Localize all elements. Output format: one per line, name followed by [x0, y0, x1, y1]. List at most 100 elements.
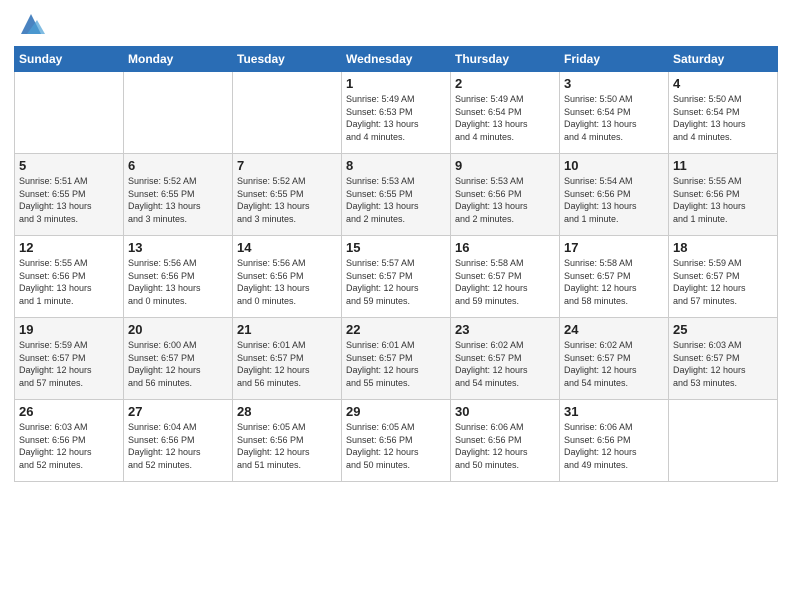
calendar-cell: 13 Sunrise: 5:56 AM Sunset: 6:56 PM Dayli… [124, 236, 233, 318]
calendar-cell: 24Sunrise: 6:02 AM Sunset: 6:57 PM Dayli… [560, 318, 669, 400]
calendar-cell: 21Sunrise: 6:01 AM Sunset: 6:57 PM Dayli… [233, 318, 342, 400]
day-number: 19 [19, 322, 119, 337]
day-info: Sunrise: 5:53 AM Sunset: 6:55 PM Dayligh… [346, 176, 419, 224]
calendar-cell: 7Sunrise: 5:52 AM Sunset: 6:55 PM Daylig… [233, 154, 342, 236]
day-number: 23 [455, 322, 555, 337]
day-of-week-header: Thursday [451, 47, 560, 72]
calendar-cell: 11Sunrise: 5:55 AM Sunset: 6:56 PM Dayli… [669, 154, 778, 236]
day-info: Sunrise: 5:59 AM Sunset: 6:57 PM Dayligh… [19, 340, 92, 388]
day-number: 30 [455, 404, 555, 419]
calendar-cell: 17 Sunrise: 5:58 AM Sunset: 6:57 PM Dayli… [560, 236, 669, 318]
calendar-cell [669, 400, 778, 482]
day-info: Sunrise: 6:05 AM Sunset: 6:56 PM Dayligh… [346, 422, 419, 470]
day-number: 27 [128, 404, 228, 419]
day-info: Sunrise: 5:49 AM Sunset: 6:54 PM Dayligh… [455, 94, 528, 142]
calendar-cell: 30 Sunrise: 6:06 AM Sunset: 6:56 PM Dayli… [451, 400, 560, 482]
day-info: Sunrise: 5:58 AM Sunset: 6:57 PM Dayligh… [455, 258, 528, 306]
calendar-cell [15, 72, 124, 154]
calendar-cell: 4Sunrise: 5:50 AM Sunset: 6:54 PM Daylig… [669, 72, 778, 154]
calendar: SundayMondayTuesdayWednesdayThursdayFrid… [14, 46, 778, 482]
day-info: Sunrise: 6:02 AM Sunset: 6:57 PM Dayligh… [455, 340, 528, 388]
day-info: Sunrise: 6:03 AM Sunset: 6:57 PM Dayligh… [673, 340, 746, 388]
calendar-week-row: 5 Sunrise: 5:51 AM Sunset: 6:55 PM Daylig… [15, 154, 778, 236]
calendar-cell: 5 Sunrise: 5:51 AM Sunset: 6:55 PM Daylig… [15, 154, 124, 236]
calendar-cell [233, 72, 342, 154]
day-number: 22 [346, 322, 446, 337]
calendar-week-row: 12 Sunrise: 5:55 AM Sunset: 6:56 PM Dayli… [15, 236, 778, 318]
day-info: Sunrise: 6:01 AM Sunset: 6:57 PM Dayligh… [237, 340, 310, 388]
day-of-week-header: Sunday [15, 47, 124, 72]
day-number: 28 [237, 404, 337, 419]
calendar-cell: 20 Sunrise: 6:00 AM Sunset: 6:57 PM Dayli… [124, 318, 233, 400]
day-number: 26 [19, 404, 119, 419]
day-of-week-header: Monday [124, 47, 233, 72]
day-number: 2 [455, 76, 555, 91]
day-number: 1 [346, 76, 446, 91]
day-info: Sunrise: 5:49 AM Sunset: 6:53 PM Dayligh… [346, 94, 419, 142]
calendar-header-row: SundayMondayTuesdayWednesdayThursdayFrid… [15, 47, 778, 72]
day-number: 6 [128, 158, 228, 173]
calendar-cell: 26 Sunrise: 6:03 AM Sunset: 6:56 PM Dayli… [15, 400, 124, 482]
day-number: 20 [128, 322, 228, 337]
day-info: Sunrise: 5:54 AM Sunset: 6:56 PM Dayligh… [564, 176, 637, 224]
day-number: 18 [673, 240, 773, 255]
day-number: 31 [564, 404, 664, 419]
day-info: Sunrise: 6:02 AM Sunset: 6:57 PM Dayligh… [564, 340, 637, 388]
logo-icon [17, 10, 45, 38]
day-number: 17 [564, 240, 664, 255]
day-info: Sunrise: 5:50 AM Sunset: 6:54 PM Dayligh… [564, 94, 637, 142]
day-info: Sunrise: 5:56 AM Sunset: 6:56 PM Dayligh… [128, 258, 201, 306]
calendar-cell: 10 Sunrise: 5:54 AM Sunset: 6:56 PM Dayli… [560, 154, 669, 236]
header [14, 10, 778, 38]
calendar-cell: 3 Sunrise: 5:50 AM Sunset: 6:54 PM Daylig… [560, 72, 669, 154]
calendar-cell [124, 72, 233, 154]
calendar-week-row: 1 Sunrise: 5:49 AM Sunset: 6:53 PM Daylig… [15, 72, 778, 154]
calendar-cell: 29 Sunrise: 6:05 AM Sunset: 6:56 PM Dayli… [342, 400, 451, 482]
day-number: 3 [564, 76, 664, 91]
day-of-week-header: Friday [560, 47, 669, 72]
day-info: Sunrise: 5:51 AM Sunset: 6:55 PM Dayligh… [19, 176, 92, 224]
day-info: Sunrise: 6:00 AM Sunset: 6:57 PM Dayligh… [128, 340, 201, 388]
day-info: Sunrise: 5:56 AM Sunset: 6:56 PM Dayligh… [237, 258, 310, 306]
day-number: 13 [128, 240, 228, 255]
day-info: Sunrise: 6:06 AM Sunset: 6:56 PM Dayligh… [564, 422, 637, 470]
day-number: 10 [564, 158, 664, 173]
calendar-cell: 25 Sunrise: 6:03 AM Sunset: 6:57 PM Dayli… [669, 318, 778, 400]
day-info: Sunrise: 5:50 AM Sunset: 6:54 PM Dayligh… [673, 94, 746, 142]
day-number: 29 [346, 404, 446, 419]
day-number: 12 [19, 240, 119, 255]
logo [14, 14, 45, 38]
day-number: 9 [455, 158, 555, 173]
day-info: Sunrise: 5:58 AM Sunset: 6:57 PM Dayligh… [564, 258, 637, 306]
calendar-cell: 22 Sunrise: 6:01 AM Sunset: 6:57 PM Dayli… [342, 318, 451, 400]
day-of-week-header: Wednesday [342, 47, 451, 72]
calendar-cell: 14 Sunrise: 5:56 AM Sunset: 6:56 PM Dayli… [233, 236, 342, 318]
day-number: 7 [237, 158, 337, 173]
calendar-cell: 28 Sunrise: 6:05 AM Sunset: 6:56 PM Dayli… [233, 400, 342, 482]
day-info: Sunrise: 6:05 AM Sunset: 6:56 PM Dayligh… [237, 422, 310, 470]
day-number: 11 [673, 158, 773, 173]
calendar-week-row: 26 Sunrise: 6:03 AM Sunset: 6:56 PM Dayli… [15, 400, 778, 482]
calendar-cell: 9 Sunrise: 5:53 AM Sunset: 6:56 PM Daylig… [451, 154, 560, 236]
page: SundayMondayTuesdayWednesdayThursdayFrid… [0, 0, 792, 612]
day-number: 15 [346, 240, 446, 255]
day-number: 14 [237, 240, 337, 255]
day-number: 5 [19, 158, 119, 173]
day-number: 25 [673, 322, 773, 337]
day-info: Sunrise: 5:53 AM Sunset: 6:56 PM Dayligh… [455, 176, 528, 224]
day-info: Sunrise: 5:55 AM Sunset: 6:56 PM Dayligh… [19, 258, 92, 306]
day-info: Sunrise: 6:01 AM Sunset: 6:57 PM Dayligh… [346, 340, 419, 388]
day-info: Sunrise: 5:52 AM Sunset: 6:55 PM Dayligh… [128, 176, 201, 224]
calendar-cell: 15Sunrise: 5:57 AM Sunset: 6:57 PM Dayli… [342, 236, 451, 318]
calendar-cell: 1 Sunrise: 5:49 AM Sunset: 6:53 PM Daylig… [342, 72, 451, 154]
calendar-cell: 2 Sunrise: 5:49 AM Sunset: 6:54 PM Daylig… [451, 72, 560, 154]
calendar-cell: 19 Sunrise: 5:59 AM Sunset: 6:57 PM Dayli… [15, 318, 124, 400]
calendar-cell: 27 Sunrise: 6:04 AM Sunset: 6:56 PM Dayli… [124, 400, 233, 482]
day-info: Sunrise: 6:06 AM Sunset: 6:56 PM Dayligh… [455, 422, 528, 470]
day-number: 8 [346, 158, 446, 173]
day-info: Sunrise: 6:04 AM Sunset: 6:56 PM Dayligh… [128, 422, 201, 470]
day-info: Sunrise: 6:03 AM Sunset: 6:56 PM Dayligh… [19, 422, 92, 470]
day-of-week-header: Tuesday [233, 47, 342, 72]
calendar-week-row: 19 Sunrise: 5:59 AM Sunset: 6:57 PM Dayli… [15, 318, 778, 400]
day-number: 16 [455, 240, 555, 255]
